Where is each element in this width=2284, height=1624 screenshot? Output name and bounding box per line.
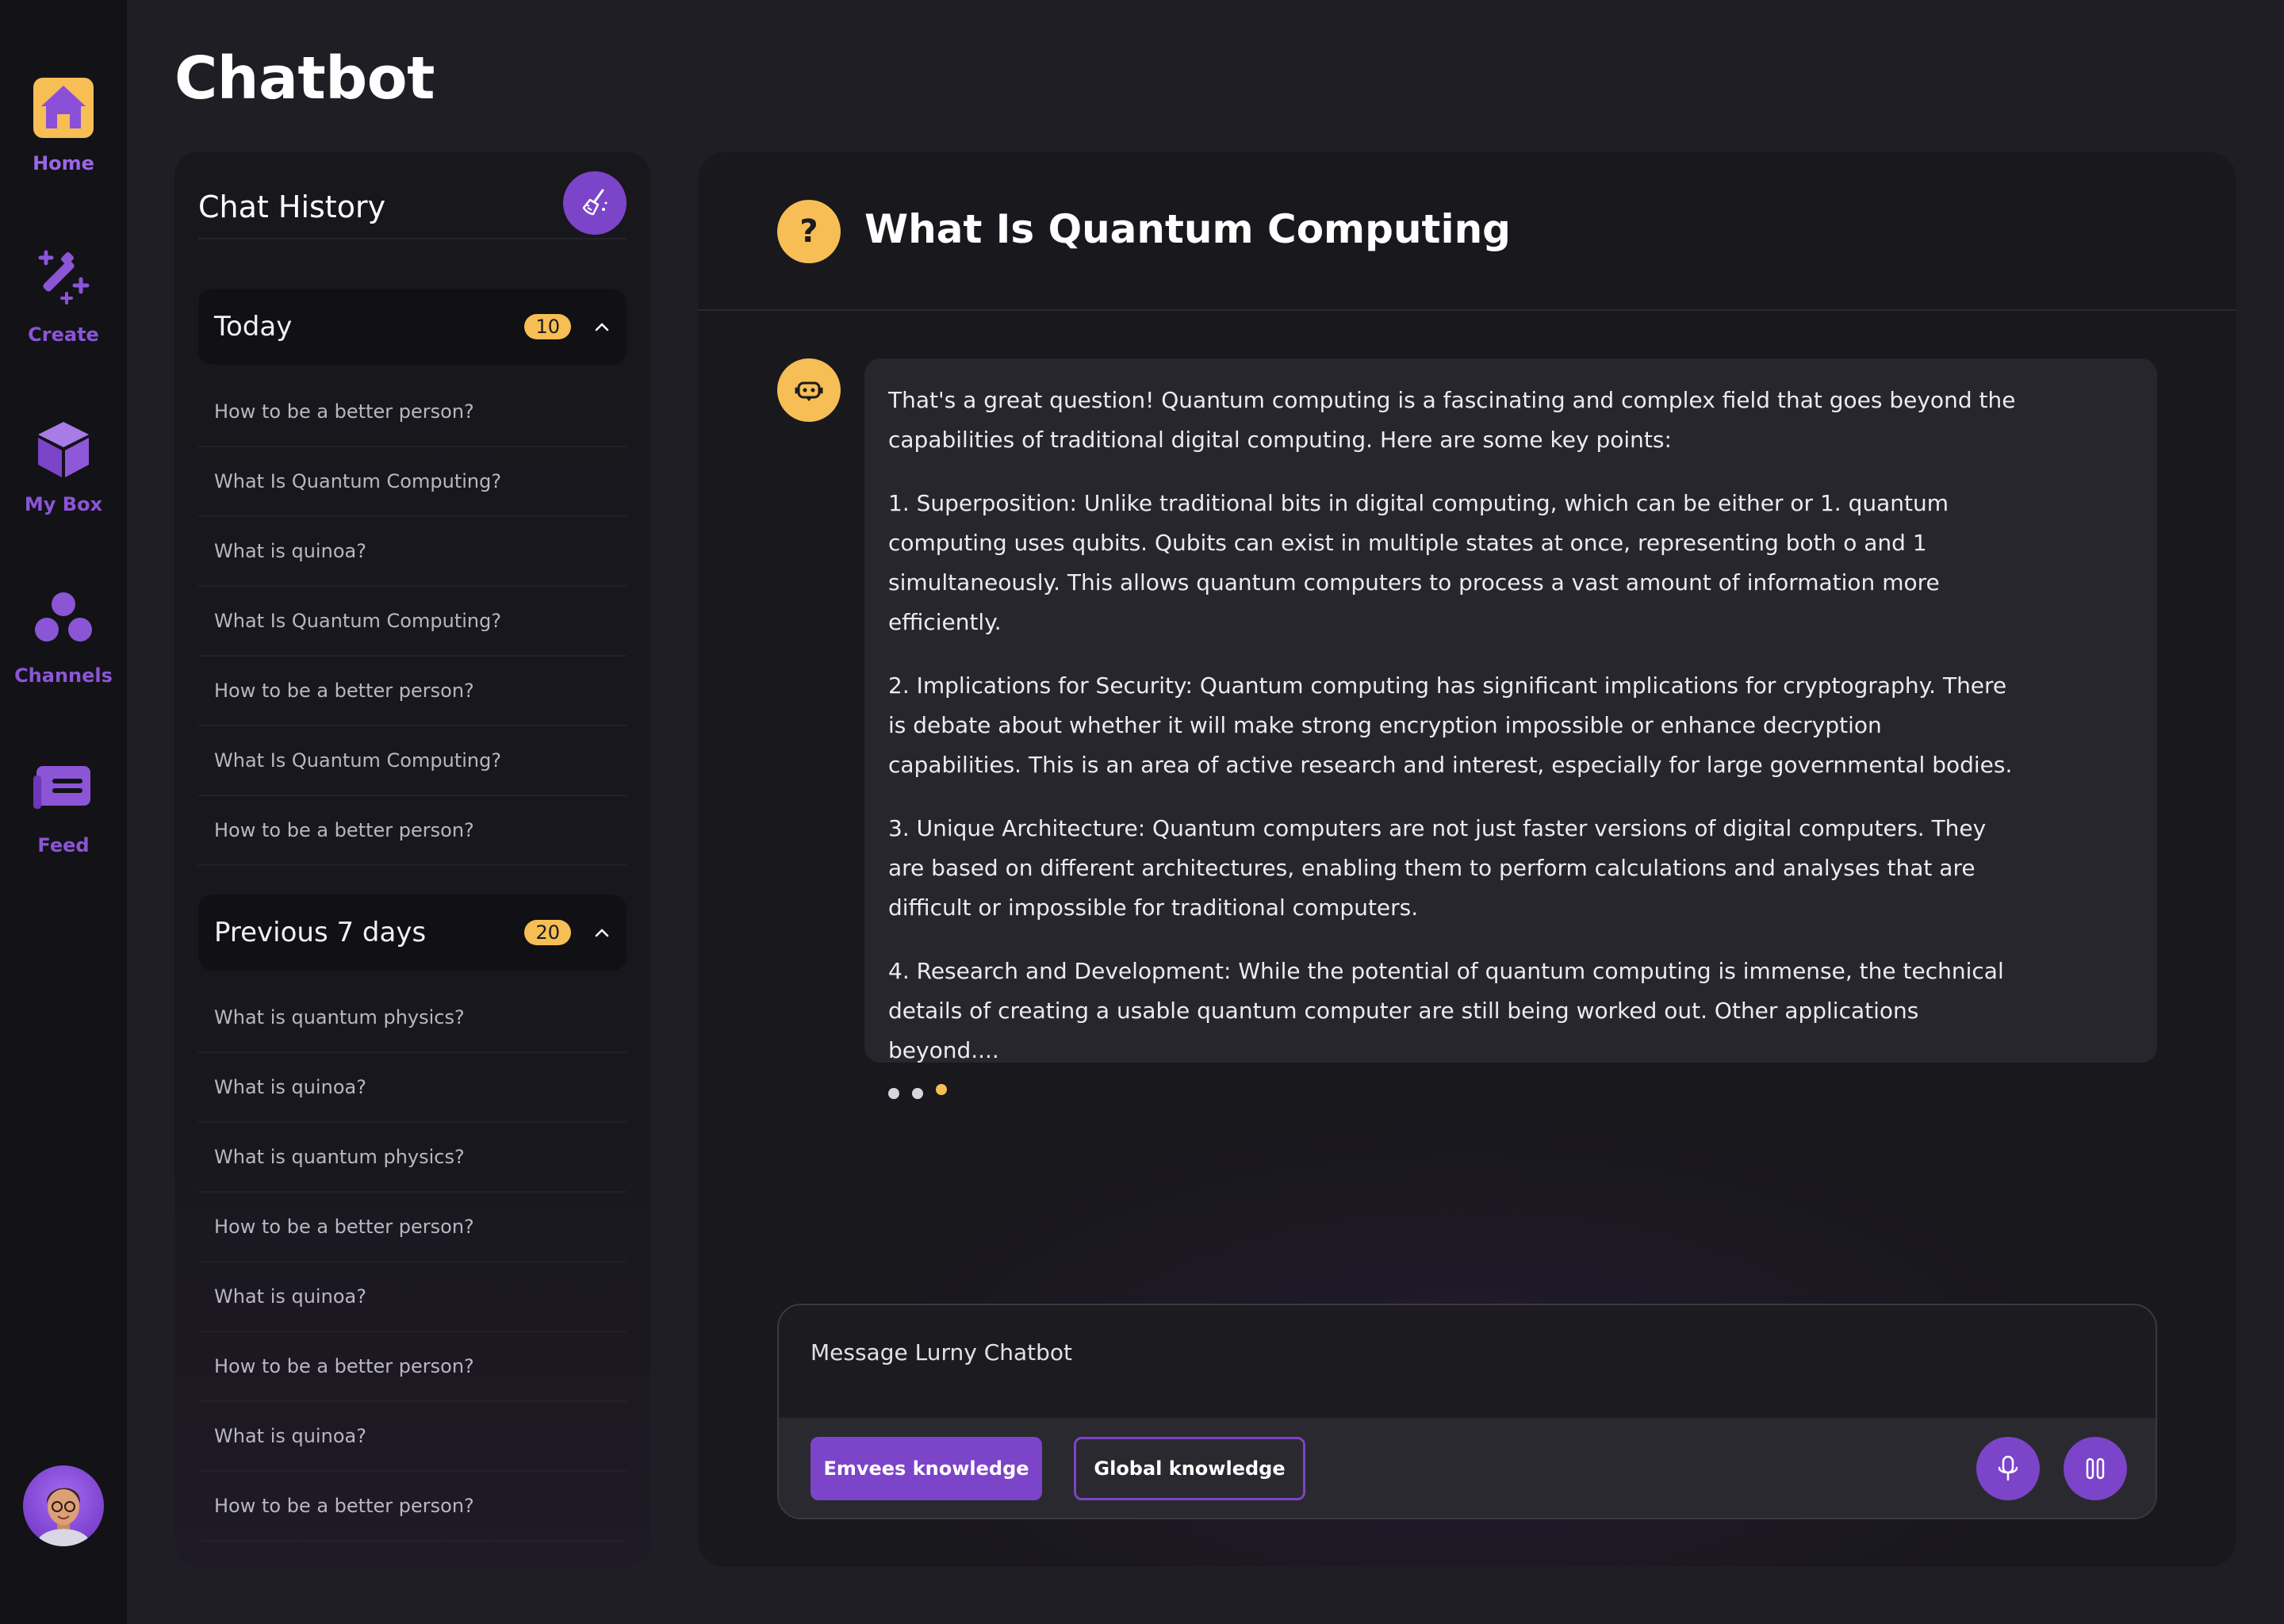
emvees-knowledge-button[interactable]: Emvees knowledge (811, 1437, 1042, 1500)
history-item[interactable]: What is quinoa? (198, 1262, 627, 1332)
group-previous-7-days-list: What is quantum physics? What is quinoa?… (198, 983, 627, 1542)
group-today-header[interactable]: Today 10 (198, 289, 627, 365)
history-item[interactable]: What is quinoa? (198, 1053, 627, 1123)
history-item[interactable]: What Is Quantum Computing? (198, 726, 627, 796)
typing-indicator (888, 1084, 2133, 1099)
history-item[interactable]: How to be a better person? (198, 796, 627, 866)
magic-wand-icon (32, 247, 95, 311)
history-item[interactable]: How to be a better person? (198, 1332, 627, 1402)
page-title: Chatbot (174, 44, 435, 113)
message-intro: That's a great question! Quantum computi… (888, 387, 2016, 453)
nav-label-create: Create (28, 324, 99, 346)
box-icon (32, 417, 95, 481)
group-today-count-badge: 10 (524, 314, 571, 339)
nav-item-create[interactable]: Create (0, 247, 127, 346)
history-item[interactable]: How to be a better person? (198, 1193, 627, 1262)
group-today-label: Today (214, 311, 293, 343)
channels-icon (32, 588, 95, 652)
history-item[interactable]: What is quantum physics? (198, 1123, 627, 1193)
global-knowledge-button[interactable]: Global knowledge (1074, 1437, 1305, 1500)
history-item[interactable]: What is quinoa? (198, 1402, 627, 1472)
history-item[interactable]: How to be a better person? (198, 1472, 627, 1542)
nav-label-my-box: My Box (24, 493, 103, 515)
message-point: 4. Research and Development: While the p… (888, 958, 2004, 1063)
history-item[interactable]: What is quinoa? (198, 517, 627, 587)
chevron-up-icon (595, 323, 609, 331)
history-item[interactable]: How to be a better person? (198, 657, 627, 726)
group-previous-7-days-label: Previous 7 days (214, 917, 427, 948)
chevron-up-icon (595, 929, 609, 937)
chat-history-header: Chat History (198, 171, 627, 239)
home-icon (32, 76, 95, 140)
message-input[interactable] (811, 1332, 2079, 1372)
chat-history-title: Chat History (198, 190, 386, 224)
typing-dot-active (936, 1084, 947, 1095)
pause-button[interactable] (2064, 1437, 2127, 1500)
side-nav: Home Create My Box Channels Feed (0, 0, 127, 1624)
broom-icon (582, 189, 607, 216)
message-point: 3. Unique Architecture: Quantum computer… (888, 815, 1987, 921)
history-item[interactable]: How to be a better person? (198, 377, 627, 447)
history-item[interactable]: What Is Quantum Computing? (198, 447, 627, 517)
chat-history-panel: Chat History Today 10 How to be a better… (174, 152, 650, 1567)
typing-dot (912, 1088, 923, 1099)
bot-message-bubble: That's a great question! Quantum computi… (864, 358, 2157, 1099)
message-point: 2. Implications for Security: Quantum co… (888, 672, 2013, 778)
nav-label-channels: Channels (14, 665, 113, 687)
composer-toolbar: Emvees knowledge Global knowledge (779, 1418, 2156, 1518)
nav-item-home[interactable]: Home (0, 76, 127, 174)
chat-title: What Is Quantum Computing (864, 206, 1511, 252)
history-item[interactable]: What is quantum physics? (198, 983, 627, 1053)
message-composer: Emvees knowledge Global knowledge (777, 1304, 2157, 1519)
history-item[interactable]: What Is Quantum Computing? (198, 587, 627, 657)
pause-icon (2086, 1457, 2105, 1480)
bot-icon (777, 358, 841, 422)
message-point: 1. Superposition: Unlike traditional bit… (888, 490, 1949, 635)
microphone-icon (1998, 1455, 2018, 1481)
clear-history-button[interactable] (563, 171, 627, 235)
nav-item-feed[interactable]: Feed (0, 758, 127, 856)
nav-label-home: Home (33, 152, 94, 174)
chat-header: ? What Is Quantum Computing (698, 152, 2236, 311)
group-previous-7-days-header[interactable]: Previous 7 days 20 (198, 894, 627, 971)
feed-icon (32, 758, 95, 822)
typing-dot (888, 1088, 899, 1099)
microphone-button[interactable] (1976, 1437, 2040, 1500)
user-avatar[interactable] (23, 1465, 104, 1546)
group-previous-7-days-count-badge: 20 (524, 920, 571, 945)
nav-label-feed: Feed (37, 834, 90, 856)
nav-item-channels[interactable]: Channels (0, 588, 127, 687)
nav-item-my-box[interactable]: My Box (0, 417, 127, 515)
group-today-list: How to be a better person? What Is Quant… (198, 377, 627, 866)
chat-panel: ? What Is Quantum Computing That's a gre… (698, 152, 2236, 1567)
question-icon: ? (777, 200, 841, 263)
